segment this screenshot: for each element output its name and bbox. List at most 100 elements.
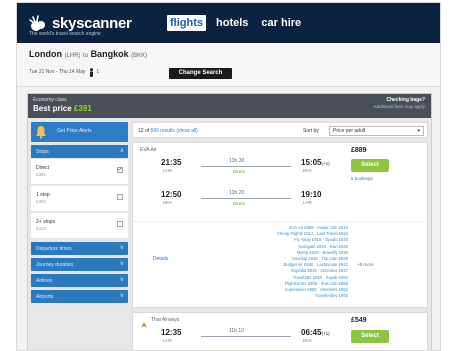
filter-departure-times-header[interactable]: Departure times ∨ <box>31 241 128 255</box>
arrival-time: 06:45(+1) <box>301 328 330 338</box>
stops-label: Direct <box>233 169 245 174</box>
nav-car-hire[interactable]: car hire <box>258 15 304 31</box>
sort-bar: 12 of 590 results (show all) Sort by Pri… <box>132 122 428 138</box>
dates-text: Tue 21 Nov - Thu 14 May <box>29 69 86 75</box>
chevron-up-icon: ∧ <box>119 148 124 154</box>
agent-list: EVA Air £889 · evaair.com £910 Cheap Fli… <box>228 225 348 299</box>
checkbox[interactable] <box>117 194 123 200</box>
show-all-link[interactable]: 590 results (show all) <box>151 128 198 134</box>
bookings-link[interactable]: 5 bookings <box>351 176 373 182</box>
brand-tagline: The world's travel search engine <box>29 31 101 37</box>
day-offset: (+1) <box>321 331 330 336</box>
site-header: skyscanner The world's travel search eng… <box>17 3 440 43</box>
arrival-code: LHR <box>303 200 313 205</box>
filter-title: Journey duration <box>36 262 74 268</box>
destination-city: Bangkok <box>90 49 129 59</box>
departure-code: LHR <box>163 168 173 173</box>
select-button[interactable]: Select <box>351 159 389 172</box>
cloud-sun-icon <box>27 15 49 31</box>
brand-name: skyscanner <box>52 14 132 32</box>
departure-time: 21:35 <box>161 158 182 167</box>
browser-viewport: skyscanner The world's travel search eng… <box>16 2 441 351</box>
departure-time: 12:50 <box>161 190 182 199</box>
airline-logo-icon <box>140 316 148 328</box>
departure-code: LHR <box>163 338 173 343</box>
results-list: 12 of 590 results (show all) Sort by Pri… <box>132 122 429 350</box>
bags-fees-link[interactable]: Additional fees may apply <box>374 104 425 110</box>
route-line <box>201 198 291 199</box>
filter-title: Airports <box>36 294 54 300</box>
route-title: London (LHR) to Bangkok (BKK) <box>29 49 147 62</box>
checkbox[interactable] <box>117 221 123 227</box>
stops-label: Direct <box>233 201 245 206</box>
departure-code: BKK <box>163 200 173 205</box>
booking-agents: Details EVA Air £889 · evaair.com £910 C… <box>133 221 429 307</box>
stop-price: £391 <box>36 172 47 177</box>
best-price-amount: £391 <box>73 104 92 113</box>
agent-link[interactable]: Traveltrolley £965 <box>228 293 348 299</box>
arrival-time-value: 06:45 <box>301 328 322 337</box>
day-offset: (+1) <box>321 161 330 166</box>
person-icon <box>89 67 94 77</box>
cabin-class: Economy class <box>33 97 67 103</box>
filter-airports-header[interactable]: Airports ∨ <box>31 289 128 303</box>
chevron-down-icon: ∨ <box>119 261 124 267</box>
arrival-time: 19:10 <box>301 190 322 199</box>
price-alerts-button[interactable]: Get Price Alerts <box>31 122 128 142</box>
stop-price: £322 <box>36 226 47 231</box>
filter-journey-duration-header[interactable]: Journey duration ∨ <box>31 257 128 271</box>
filters-sidebar: Get Price Alerts Stops ∧ Direct £391 ✔ 1… <box>31 122 128 350</box>
trip-dates: Tue 21 Nov - Thu 14 May 1 <box>29 67 99 77</box>
results-summary-header: Economy class Best price £391 Checking b… <box>28 94 431 118</box>
checkbox-checked[interactable]: ✔ <box>117 167 123 173</box>
sort-select[interactable]: Price per adult ▾ <box>329 126 424 136</box>
best-price: Best price £391 <box>33 104 92 114</box>
main-nav: flights hotels car hire <box>167 15 311 31</box>
arrival-code: BKK <box>303 338 313 343</box>
filter-stops-header[interactable]: Stops ∧ <box>31 144 128 158</box>
route-connector: to <box>83 53 89 59</box>
arrival-time: 15:05(+1) <box>301 158 330 168</box>
origin-city: London <box>29 49 62 59</box>
flight-result-card[interactable]: Thai Airways 12:35 LHR 11h 10 06:45(+1) … <box>132 312 428 350</box>
chevron-down-icon: ∨ <box>119 245 124 251</box>
chevron-down-icon: ▾ <box>417 128 420 134</box>
outbound-leg: 12:35 LHR 11h 10 06:45(+1) BKK <box>133 325 348 350</box>
outbound-leg: 21:35 LHR 13h 30 Direct 15:05(+1) BKK <box>133 155 348 181</box>
results-panel: Economy class Best price £391 Checking b… <box>27 93 432 350</box>
stop-label: 2+ stops <box>36 219 56 225</box>
stop-option-2-stops[interactable]: 2+ stops £322 <box>31 213 128 239</box>
details-link[interactable]: Details <box>153 256 168 262</box>
stop-label: Direct <box>36 165 50 171</box>
results-count: 12 of 590 results (show all) <box>138 128 198 134</box>
nav-flights[interactable]: flights <box>167 15 206 31</box>
search-summary-bar: London (LHR) to Bangkok (BKK) Tue 21 Nov… <box>17 43 440 87</box>
price-alerts-label: Get Price Alerts <box>57 128 92 134</box>
duration: 13h 20 <box>229 190 245 196</box>
flight-result-card[interactable]: EVA Air 21:35 LHR 13h 30 Direct 15:05(+1… <box>132 142 429 308</box>
route-line <box>201 336 291 337</box>
origin-code: (LHR) <box>64 53 81 59</box>
departure-time: 12:35 <box>161 328 182 337</box>
filter-airlines-header[interactable]: Airlines ∨ <box>31 273 128 287</box>
carrier-name: EVA Air <box>140 147 157 153</box>
return-leg: 12:50 BKK 13h 20 Direct 19:10 LHR <box>133 187 348 213</box>
sort-value: Price per adult <box>333 128 366 134</box>
chevron-down-icon: ∨ <box>119 277 124 283</box>
carrier-name: Thai Airways <box>151 317 180 323</box>
change-search-button[interactable]: Change Search <box>169 68 232 79</box>
more-agents-link[interactable]: +5 more <box>357 262 374 268</box>
arrival-time-value: 15:05 <box>301 158 322 167</box>
stop-option-1-stop[interactable]: 1 stop £352 <box>31 186 128 212</box>
route-line <box>201 166 291 167</box>
nav-hotels[interactable]: hotels <box>213 15 251 31</box>
duration: 13h 30 <box>229 158 245 164</box>
select-button[interactable]: Select <box>351 330 389 343</box>
result-price: £549 <box>351 317 367 324</box>
filter-title: Airlines <box>36 278 53 284</box>
stop-option-direct[interactable]: Direct £391 ✔ <box>31 159 128 185</box>
stop-price: £352 <box>36 199 47 204</box>
chevron-down-icon: ∨ <box>119 293 124 299</box>
bell-icon <box>35 125 47 139</box>
filter-title: Departure times <box>36 246 72 252</box>
